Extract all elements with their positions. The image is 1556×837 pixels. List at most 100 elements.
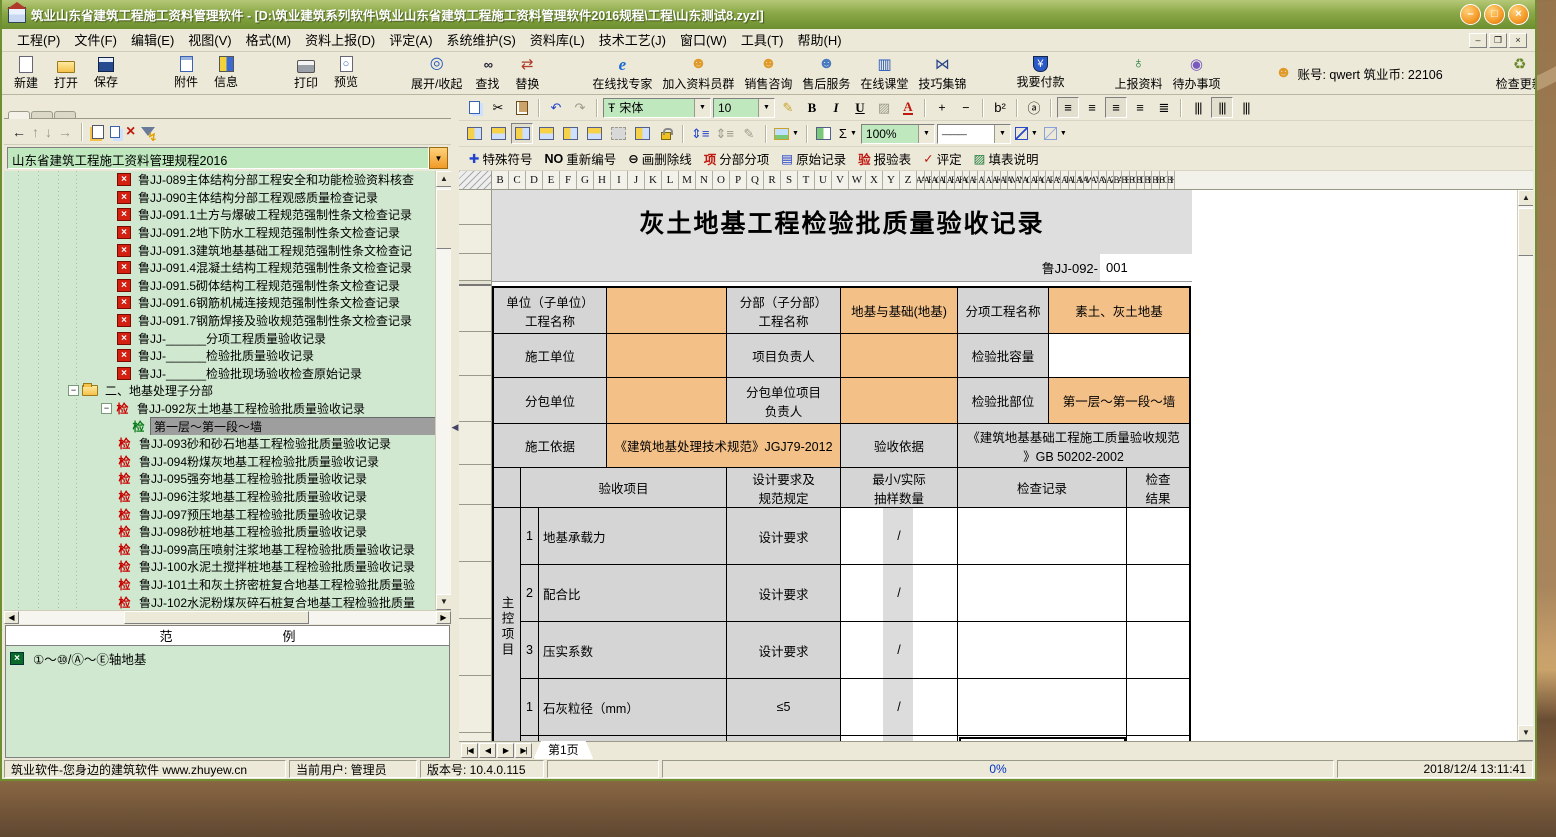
column-header[interactable]: BG [1160, 171, 1168, 189]
column-header[interactable]: E [543, 171, 560, 189]
tree-vertical-scrollbar[interactable]: ▲ ▼ [435, 171, 451, 610]
sub-pm-value[interactable] [841, 378, 958, 424]
row-header[interactable] [459, 190, 491, 225]
zoom-dropdown-icon[interactable]: ▼ [918, 125, 934, 143]
toolbar-button[interactable]: ⋈ 技巧集锦 [913, 55, 971, 92]
toolbar-button[interactable]: e 在线找专家 [587, 55, 657, 92]
paste-icon[interactable] [511, 97, 533, 118]
check-row-item[interactable]: 配合比 [539, 565, 727, 622]
column-header[interactable]: BC [1130, 171, 1138, 189]
batch-location-value[interactable]: 第一层～第一段～墙 [1049, 378, 1189, 424]
tree-item[interactable]: 鲁JJ-091.3建筑地基基础工程规范强制性条文检查记 [4, 241, 451, 259]
column-header[interactable]: AR [1046, 171, 1054, 189]
catalog-tab[interactable] [31, 111, 53, 118]
column-header[interactable]: R [764, 171, 781, 189]
decrease-size-button[interactable]: − [955, 97, 977, 118]
vertical-align-top-icon[interactable]: ||| [1187, 97, 1209, 118]
column-header[interactable]: V [832, 171, 849, 189]
filter-icon[interactable] [141, 127, 155, 136]
partial-row-cell[interactable] [1127, 736, 1189, 741]
column-header[interactable]: AP [1031, 171, 1039, 189]
column-header[interactable]: F [560, 171, 577, 189]
tree-item[interactable]: 鲁JJ-091.6钢筋机械连接规范强制性条文检查记录 [4, 294, 451, 312]
align-distribute-icon[interactable]: ≣ [1153, 97, 1175, 118]
column-header[interactable]: AZ [1107, 171, 1115, 189]
item-name-value[interactable]: 素土、灰土地基 [1049, 288, 1189, 334]
vertical-align-bottom-icon[interactable]: ||| [1235, 97, 1257, 118]
tree-item[interactable]: 鲁JJ-091.1土方与爆破工程规范强制性条文检查记录 [4, 206, 451, 224]
column-header[interactable]: AI [978, 171, 986, 189]
toolbar-button[interactable] [246, 63, 286, 83]
tree-item[interactable]: 鲁JJ-094粉煤灰地基工程检验批质量验收记录 [4, 453, 451, 471]
check-row-requirement[interactable]: 设计要求 [727, 508, 841, 565]
toolbar-button[interactable]: ○ 预览 [326, 56, 366, 90]
mdi-restore-button[interactable]: ❐ [1489, 33, 1507, 48]
forward-arrow-icon[interactable]: → [58, 124, 72, 140]
check-row-sampling[interactable]: / [841, 508, 958, 565]
diagonal-line-icon[interactable]: ▼ [1013, 123, 1040, 144]
fill-color-icon[interactable]: ▨ [873, 97, 895, 118]
mdi-close-button[interactable]: × [1509, 33, 1527, 48]
example-item[interactable]: ①～⑩/Ⓐ～Ⓔ轴地基 [6, 646, 449, 671]
toolbar-button[interactable]: ◎ 展开/收起 [406, 55, 467, 92]
merge-cells-icon[interactable] [511, 123, 533, 144]
font-size-dropdown-icon[interactable]: ▼ [758, 99, 774, 117]
panel-splitter[interactable]: ◀ [451, 95, 459, 759]
up-arrow-icon[interactable]: ↑ [32, 124, 39, 140]
column-header[interactable]: AX [1092, 171, 1100, 189]
increase-size-button[interactable]: + [931, 97, 953, 118]
toolbar-button[interactable] [1069, 63, 1109, 83]
insert-row-icon[interactable] [463, 123, 485, 144]
line-spacing-decrease-icon[interactable]: ⇕≡ [713, 123, 735, 144]
check-header-result[interactable]: 检查 结果 [1127, 468, 1189, 508]
toolbar-button[interactable]: ▥ 在线课堂 [855, 55, 913, 92]
special-toolbar-button[interactable]: ▨ 填表说明 [968, 149, 1045, 168]
column-header[interactable]: U [815, 171, 832, 189]
check-row-sampling[interactable]: / [841, 679, 958, 736]
tree-item[interactable]: 鲁JJ-______检验批质量验收记录 [4, 347, 451, 365]
page-tab[interactable]: 第1页 [533, 741, 594, 760]
menu-item[interactable]: 文件(F) [67, 31, 124, 50]
column-header[interactable]: J [628, 171, 645, 189]
special-toolbar-button[interactable]: ▤ 原始记录 [775, 149, 852, 168]
row-header[interactable] [459, 254, 491, 281]
menu-item[interactable]: 工程(P) [10, 31, 67, 50]
select-all-corner[interactable] [459, 171, 492, 189]
menu-item[interactable]: 窗口(W) [673, 31, 734, 50]
row-header[interactable] [459, 505, 491, 562]
column-header[interactable]: K [645, 171, 662, 189]
project-manager-value[interactable] [841, 334, 958, 378]
tree-item[interactable]: 鲁JJ-101土和灰土挤密桩复合地基工程检验批质量验 [4, 576, 451, 594]
check-row-sampling[interactable]: / [841, 565, 958, 622]
page-nav-button[interactable]: ▶| [515, 743, 532, 758]
toolbar-button[interactable]: ☻ 销售咨询 [739, 55, 797, 92]
scroll-down-icon[interactable]: ▼ [436, 594, 451, 610]
toolbar-button[interactable]: 打开 [46, 56, 86, 91]
tree-scrollbar-thumb[interactable] [436, 189, 451, 249]
page-nav-button[interactable]: ◀ [479, 743, 496, 758]
tree-item[interactable]: 鲁JJ-097预压地基工程检验批质量验收记录 [4, 505, 451, 523]
delete-column-icon[interactable] [583, 123, 605, 144]
check-header-spacer[interactable] [494, 468, 521, 508]
menu-item[interactable]: 资料上报(D) [298, 31, 382, 50]
check-row-no[interactable]: 2 [521, 565, 539, 622]
special-toolbar-button[interactable]: ⊖ 画删除线 [622, 149, 698, 168]
column-header[interactable]: AJ [985, 171, 993, 189]
column-header[interactable]: AT [1061, 171, 1069, 189]
acceptance-basis-label[interactable]: 验收依据 [841, 424, 958, 467]
toolbar-button[interactable] [971, 63, 1011, 83]
toolbar-button[interactable]: ⇄ 替换 [507, 55, 547, 92]
column-header[interactable]: Q [747, 171, 764, 189]
column-header[interactable]: AC [932, 171, 940, 189]
menu-item[interactable]: 视图(V) [181, 31, 238, 50]
toolbar-button[interactable]: ♻ 检查更新 [1491, 55, 1535, 92]
check-row-item[interactable]: 压实系数 [539, 622, 727, 679]
maximize-button[interactable]: □ [1484, 4, 1505, 25]
collapse-toggle-icon[interactable] [101, 403, 112, 414]
tree-item[interactable]: 第一层～第一段～墙 [4, 417, 451, 435]
check-row-requirement[interactable]: 设计要求 [727, 565, 841, 622]
check-row-requirement[interactable]: ≤5 [727, 679, 841, 736]
form-number-band[interactable]: 鲁JJ-092- 001 [492, 254, 1192, 281]
column-header[interactable]: AK [993, 171, 1001, 189]
minimize-button[interactable]: – [1460, 4, 1481, 25]
